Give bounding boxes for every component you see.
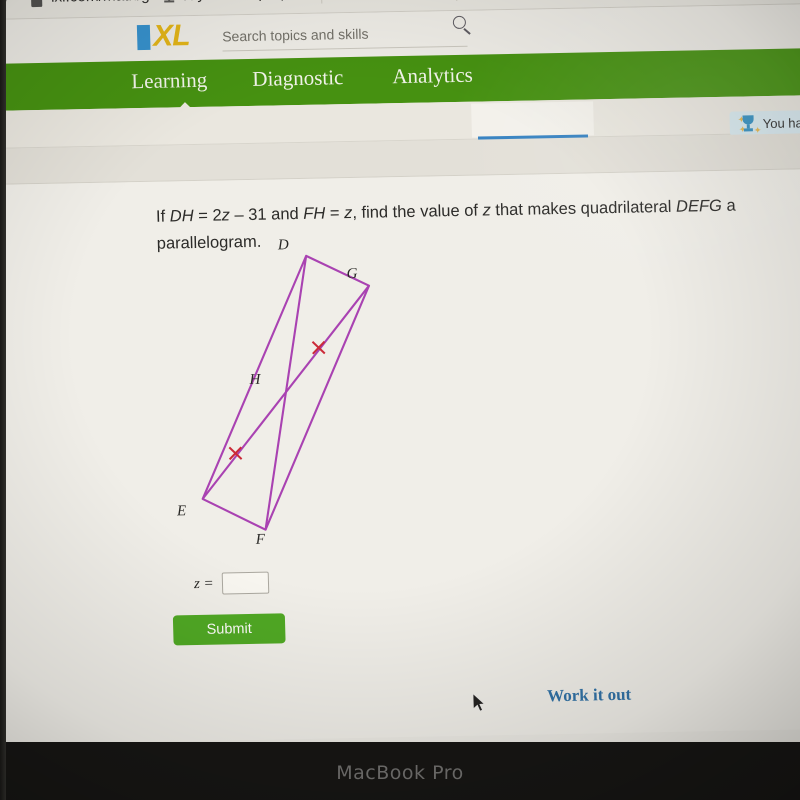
nav-item-analytics[interactable]: Analytics [392,63,473,90]
q-part-4: = [325,204,345,223]
q-segment-fh: FH [303,204,326,223]
laptop-screen-photo: ↻ ixl.com/math/geometry/review-propertie… [0,0,800,800]
search-input[interactable]: Search topics and skills [221,20,468,52]
lock-icon [31,0,43,8]
question-area: If DH = 2z – 31 and FH = z, find the val… [0,168,800,746]
answer-input[interactable] [221,571,269,595]
ixl-logo[interactable]: XL [136,19,212,53]
trophy-icon: ✦ ✦ ✦ [737,114,762,136]
q-part-3: – 31 and [229,204,304,225]
tab-separator [455,0,458,1]
answer-row: z = [193,571,269,595]
nav-item-learning[interactable]: Learning [131,68,207,94]
logo-i-bar [136,24,151,51]
parallelogram-svg [201,254,371,531]
search-icon[interactable] [452,15,475,37]
q-quad-defg: DEFG [675,196,723,216]
vertex-label-e: E [176,503,187,520]
vertex-label-f: F [255,531,266,548]
tab-separator [320,0,323,4]
browser-window: ↻ ixl.com/math/geometry/review-propertie… [0,0,800,769]
math-tab-active-background [471,101,594,138]
parallelogram-diagram: D G H E F [158,237,427,562]
submit-button[interactable]: Submit [172,613,286,646]
mouse-cursor [473,693,486,712]
bezel-left-edge [0,0,6,800]
awards-banner[interactable]: ✦ ✦ ✦ You have p [729,109,800,136]
q-part-5: , find the value of [352,201,483,222]
q-part-6: that makes quadrilateral [490,197,677,220]
screen-area: ↻ ixl.com/math/geometry/review-propertie… [0,0,800,769]
logo-xl-text: XL [152,19,190,53]
tab-label: Recommendations [183,0,300,3]
device-label: MacBook Pro [336,762,464,784]
q-part-1: If [155,207,171,226]
diagonal-eg [201,285,370,500]
vertex-label-g: G [346,265,358,283]
vertex-label-d: D [277,237,289,254]
q-segment-dh: DH [169,207,194,226]
answer-label: z = [193,575,214,592]
vertex-label-h: H [249,371,261,388]
awards-banner-text: You have p [762,114,800,131]
q-part-2: = 2 [193,206,222,226]
recommendations-icon [161,0,177,4]
search-placeholder: Search topics and skills [221,25,369,45]
nav-item-diagnostic[interactable]: Diagnostic [252,65,344,92]
work-it-out-link[interactable]: Work it out [547,685,632,707]
